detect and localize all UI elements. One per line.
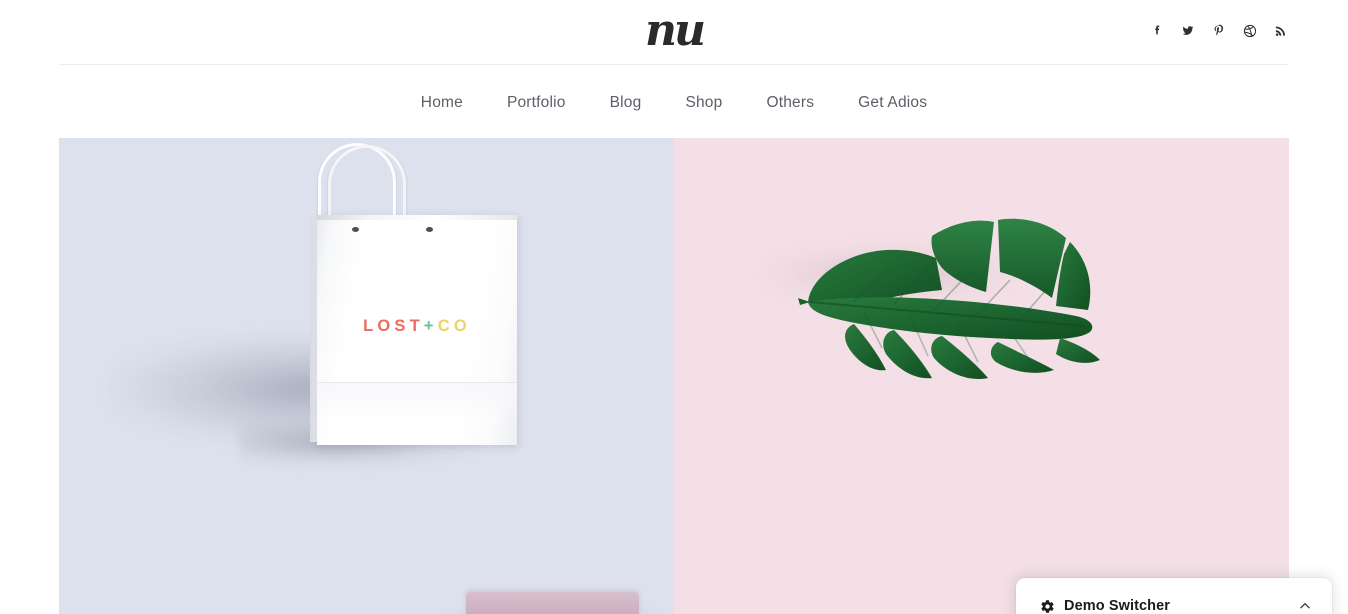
- bag-logo-part2: +: [423, 317, 438, 335]
- gear-icon: [1040, 599, 1055, 614]
- bag-grommet-right: [426, 227, 433, 232]
- social-links: [1149, 19, 1289, 43]
- bag-logo-part3: CO: [437, 317, 471, 335]
- bag-grommet-left: [352, 227, 359, 232]
- nav-item-shop[interactable]: Shop: [663, 86, 744, 120]
- pink-object-peek: [466, 592, 639, 614]
- site-header: nu: [0, 0, 1348, 65]
- bag-logo-part1: LOST: [363, 317, 424, 335]
- hero-section: LOST+CO: [59, 138, 1289, 614]
- nav-item-others[interactable]: Others: [744, 86, 836, 120]
- bag-fold-line: [317, 382, 517, 383]
- header-divider: [59, 64, 1289, 65]
- page-root: nu Home Portfolio Blog Shop Others Get A…: [0, 0, 1348, 614]
- site-logo[interactable]: nu: [0, 4, 1348, 58]
- nav-item-portfolio[interactable]: Portfolio: [485, 86, 588, 120]
- main-navigation: Home Portfolio Blog Shop Others Get Adio…: [0, 72, 1348, 134]
- twitter-icon[interactable]: [1180, 23, 1196, 39]
- monstera-leaf-image: [794, 206, 1114, 396]
- demo-switcher-label: Demo Switcher: [1064, 598, 1171, 614]
- rss-icon[interactable]: [1273, 23, 1289, 39]
- facebook-icon[interactable]: [1149, 23, 1165, 39]
- pinterest-icon[interactable]: [1211, 23, 1227, 39]
- nav-item-blog[interactable]: Blog: [588, 86, 664, 120]
- chevron-up-icon[interactable]: [1297, 598, 1313, 614]
- bag-bottom-shading: [317, 383, 517, 445]
- nav-item-home[interactable]: Home: [399, 86, 485, 120]
- demo-switcher-panel[interactable]: Demo Switcher: [1016, 578, 1332, 614]
- hero-panel-monstera-leaf[interactable]: [674, 138, 1289, 614]
- shopping-bag-image: LOST+CO: [274, 139, 517, 449]
- dribbble-icon[interactable]: [1242, 23, 1258, 39]
- nav-item-get-adios[interactable]: Get Adios: [836, 86, 949, 120]
- bag-top-edge: [317, 215, 517, 220]
- bag-brand-logo: LOST+CO: [317, 317, 517, 336]
- hero-panel-shopping-bag[interactable]: LOST+CO: [59, 138, 674, 614]
